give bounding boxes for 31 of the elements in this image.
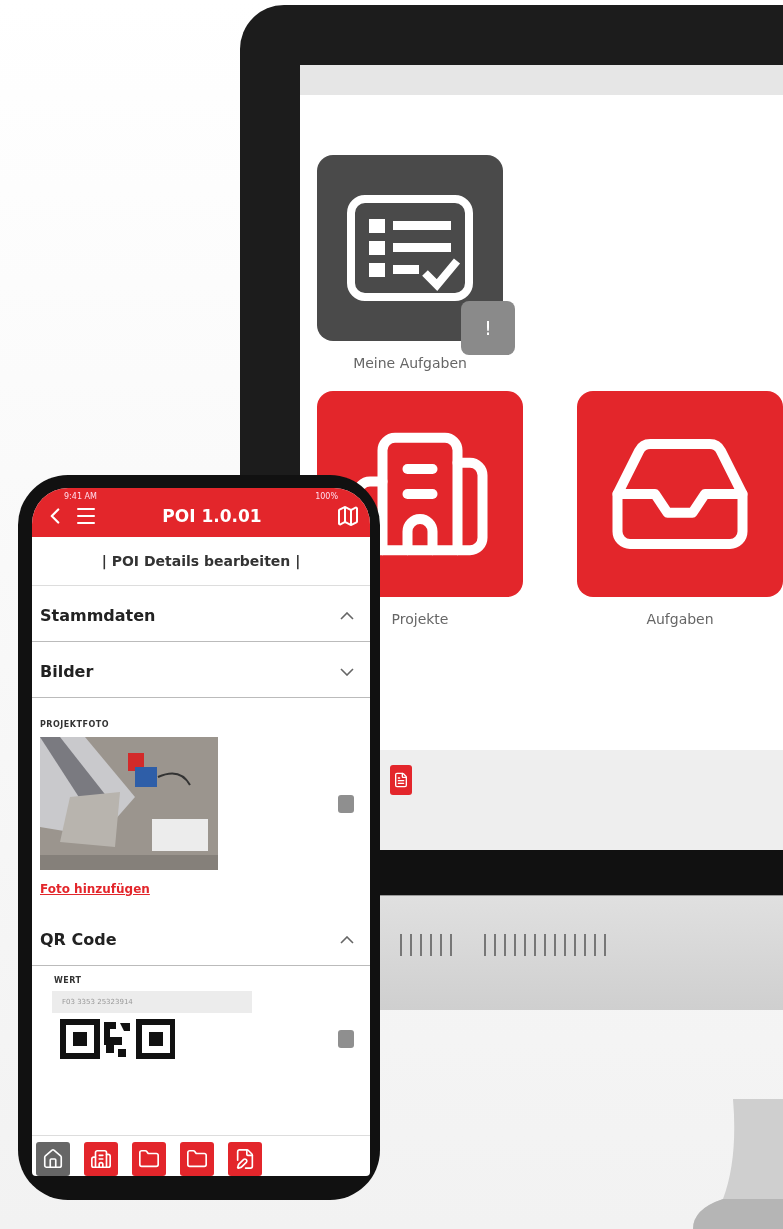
page-subtitle: | POI Details bearbeiten | <box>32 537 370 586</box>
tile-label: Projekte <box>391 611 449 627</box>
folder-icon <box>186 1148 208 1170</box>
section-header[interactable]: Stammdaten <box>32 586 370 642</box>
status-square <box>338 1030 354 1048</box>
app-tile[interactable] <box>317 155 503 341</box>
building-button[interactable] <box>84 1142 118 1176</box>
document-icon[interactable] <box>390 765 412 795</box>
tile-label: Aufgaben <box>646 611 714 627</box>
status-time: 9:41 AM <box>64 492 97 501</box>
home-icon <box>42 1148 64 1170</box>
building-icon <box>90 1148 112 1170</box>
field-label: PROJEKTFOTO <box>40 720 110 729</box>
folder-button[interactable] <box>132 1142 166 1176</box>
alert-badge: ! <box>461 301 515 355</box>
field-label: WERT <box>54 976 83 985</box>
add-photo-link[interactable]: Foto hinzufügen <box>40 882 354 896</box>
app-tile[interactable] <box>577 391 783 597</box>
edit-icon <box>234 1148 256 1170</box>
folder-icon <box>138 1148 160 1170</box>
map-icon[interactable] <box>336 504 360 528</box>
status-square <box>338 794 354 813</box>
home-button[interactable] <box>36 1142 70 1176</box>
tile-label: Meine Aufgaben <box>353 355 467 371</box>
screen-title: POI 1.0.01 <box>161 506 263 526</box>
folder-button[interactable] <box>180 1142 214 1176</box>
task-list-icon <box>345 193 475 303</box>
section-header[interactable]: Bilder <box>32 642 370 698</box>
battery-level: 100% <box>315 492 338 501</box>
edit-button[interactable] <box>228 1142 262 1176</box>
section-header[interactable]: QR Code <box>32 910 370 966</box>
